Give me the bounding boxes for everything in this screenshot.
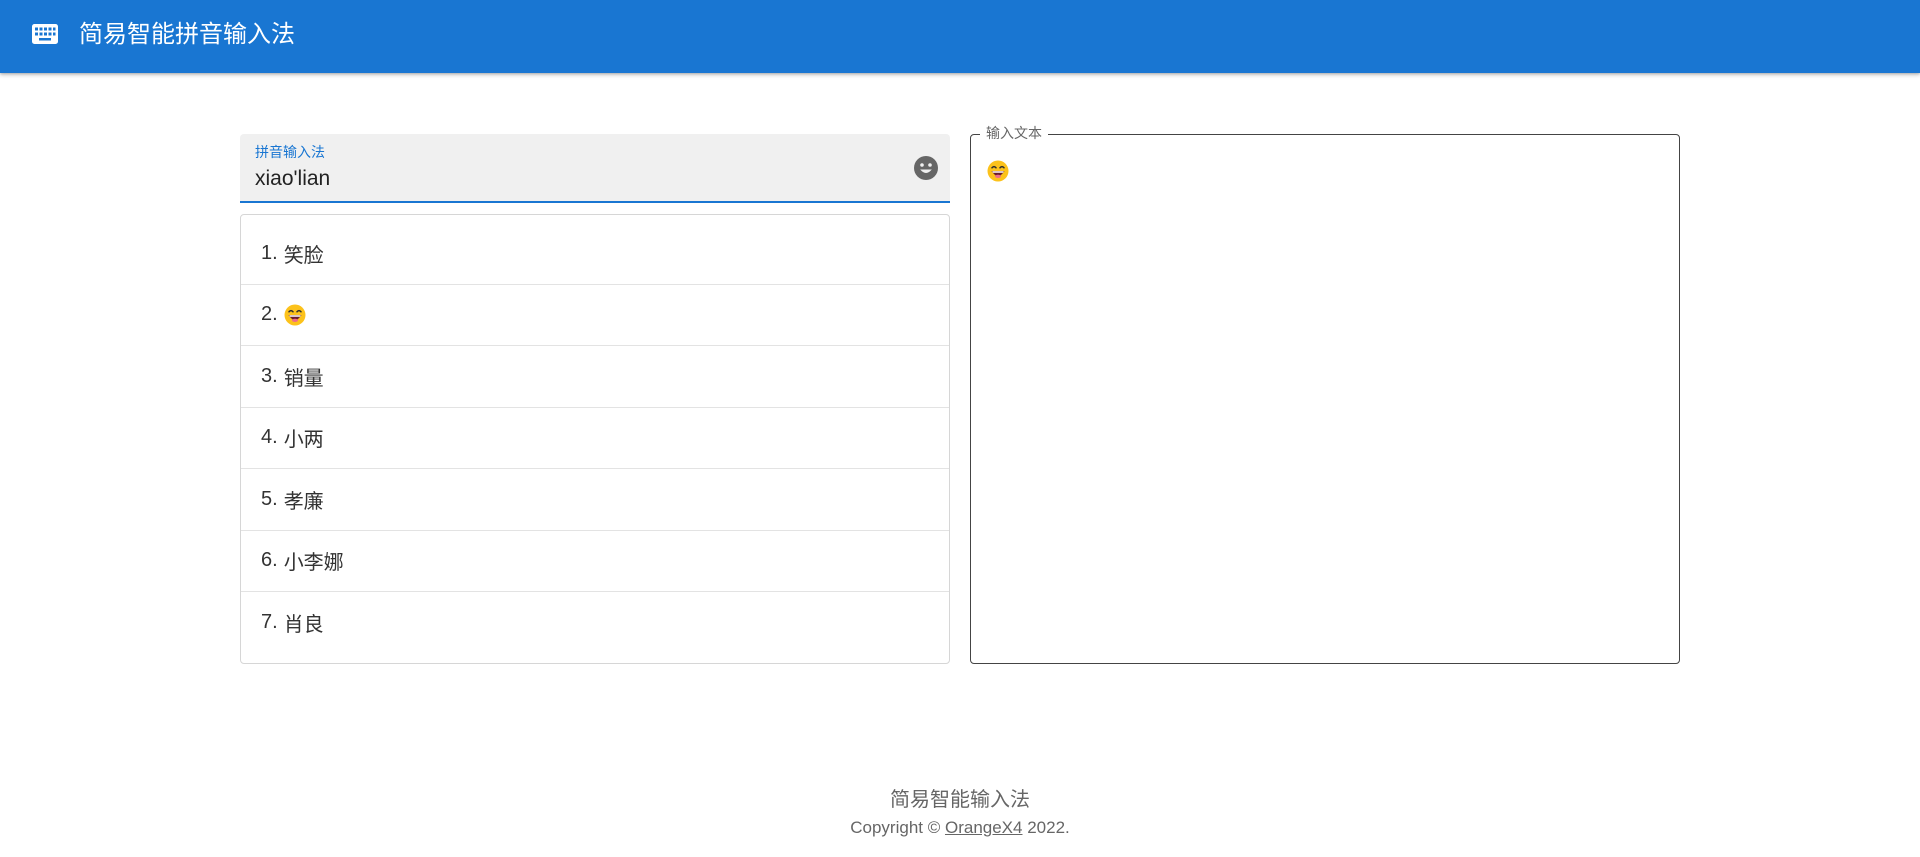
keyboard-icon bbox=[32, 24, 58, 44]
candidate-list: 1. 笑脸 2. 3. 销量 4. 小两 5. 孝廉 6. 小李娜 7. 肖良 bbox=[240, 214, 950, 664]
output-text[interactable] bbox=[987, 156, 1663, 646]
candidate-item[interactable]: 6. 小李娜 bbox=[241, 531, 949, 592]
app-bar: 简易智能拼音输入法 bbox=[0, 0, 1920, 73]
footer-title: 简易智能输入法 bbox=[890, 787, 1030, 811]
candidate-item[interactable]: 3. 销量 bbox=[241, 346, 949, 408]
copyright-prefix: Copyright © bbox=[850, 818, 941, 837]
candidate-item[interactable]: 5. 孝廉 bbox=[241, 469, 949, 531]
candidate-index: 5. bbox=[261, 487, 278, 510]
candidate-item[interactable]: 7. 肖良 bbox=[241, 592, 949, 654]
output-label: 输入文本 bbox=[980, 126, 1048, 142]
candidate-index: 2. bbox=[261, 303, 278, 326]
output-text-area[interactable]: 输入文本 bbox=[970, 126, 1680, 664]
candidate-item[interactable]: 2. bbox=[241, 285, 949, 346]
candidate-index: 7. bbox=[261, 611, 278, 634]
copyright-year: 2022. bbox=[1027, 818, 1070, 837]
candidate-index: 3. bbox=[261, 364, 278, 387]
pinyin-input[interactable] bbox=[255, 164, 875, 194]
grinning-face-emoji-icon bbox=[987, 160, 1009, 182]
footer-copyright: Copyright © OrangeX4 2022. bbox=[0, 814, 1920, 842]
candidate-index: 1. bbox=[261, 241, 278, 264]
pinyin-input-field[interactable]: 拼音输入法 bbox=[240, 134, 950, 203]
candidate-index: 6. bbox=[261, 549, 278, 572]
smiley-face-icon[interactable] bbox=[913, 155, 939, 181]
candidate-text: 销量 bbox=[283, 365, 324, 390]
pinyin-input-label: 拼音输入法 bbox=[255, 145, 325, 161]
candidate-text: 孝廉 bbox=[283, 488, 324, 513]
candidate-text: 肖良 bbox=[283, 612, 324, 637]
candidate-index: 4. bbox=[261, 426, 278, 449]
footer: 简易智能输入法 Copyright © OrangeX4 2022. bbox=[0, 784, 1920, 842]
candidate-item[interactable]: 4. 小两 bbox=[241, 408, 949, 469]
candidate-text: 小李娜 bbox=[283, 550, 344, 575]
app-title: 简易智能拼音输入法 bbox=[79, 20, 295, 48]
candidate-item[interactable]: 1. 笑脸 bbox=[241, 223, 949, 285]
author-link[interactable]: OrangeX4 bbox=[945, 818, 1023, 837]
grinning-face-emoji-icon bbox=[284, 304, 306, 326]
candidate-text: 笑脸 bbox=[283, 242, 324, 267]
candidate-text: 小两 bbox=[283, 427, 324, 452]
